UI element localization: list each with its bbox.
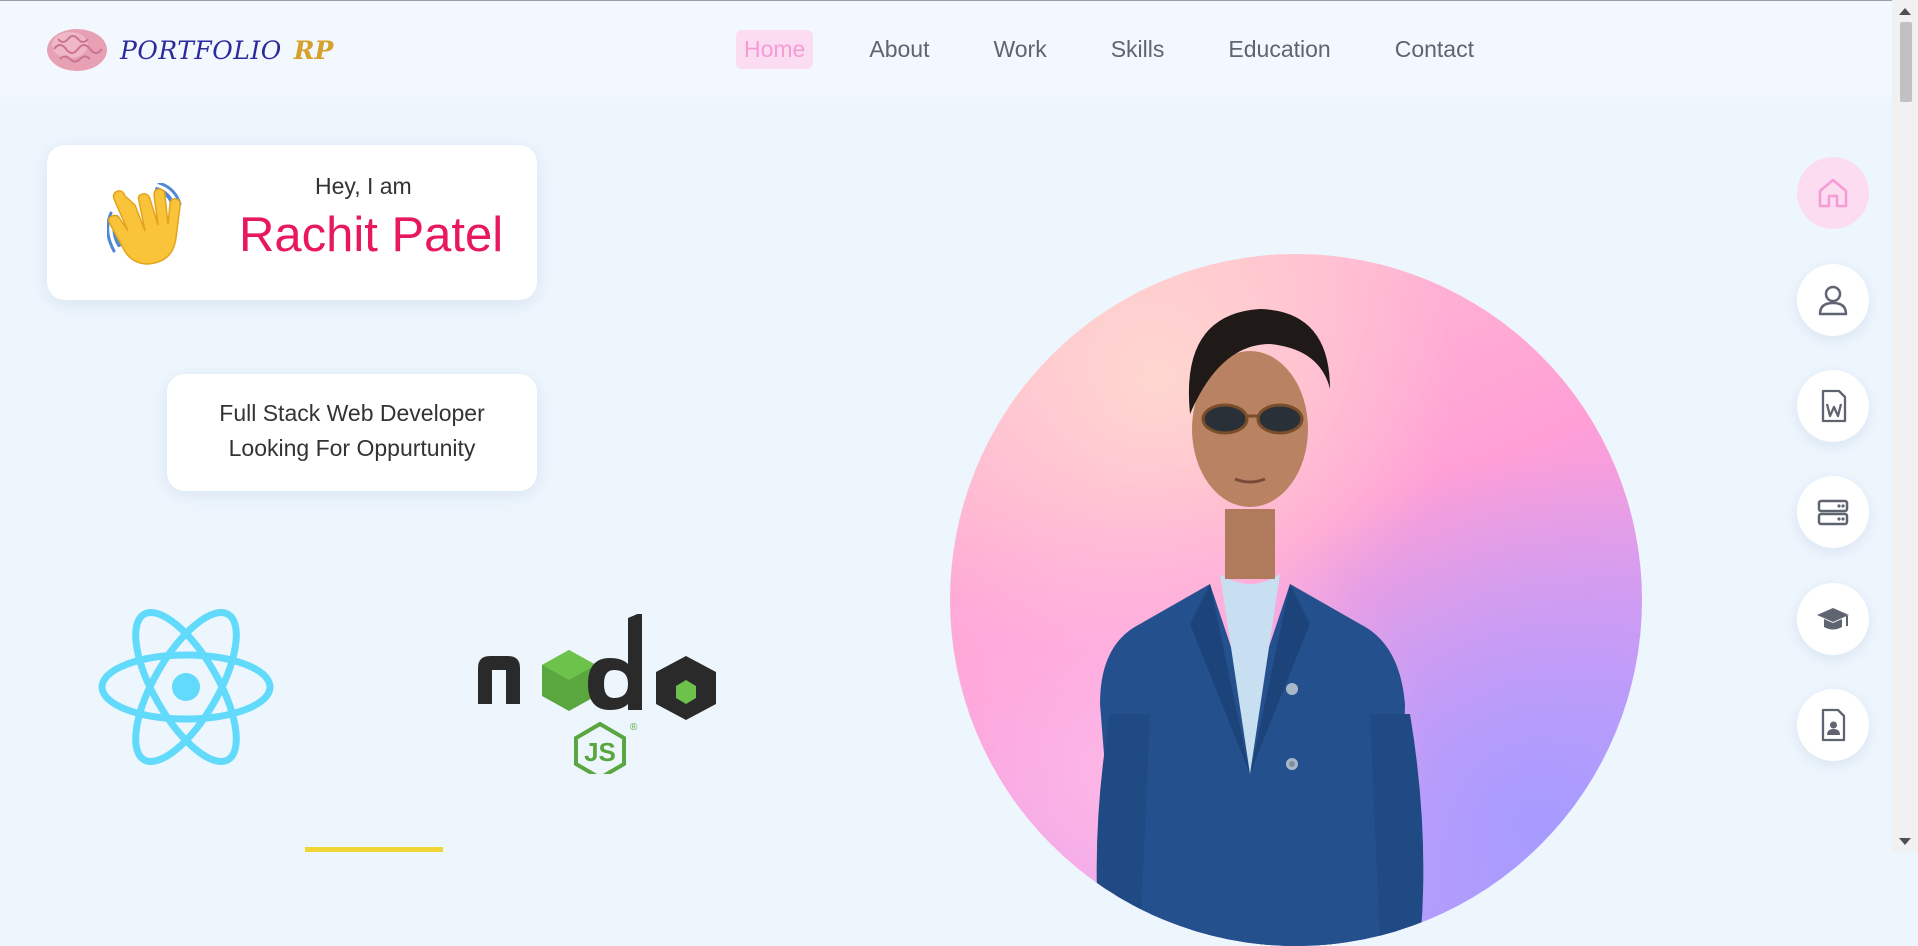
side-nav-work[interactable] [1797,370,1869,442]
nav-education[interactable]: Education [1220,30,1338,69]
brain-icon [47,29,107,71]
side-nav-contact[interactable] [1797,689,1869,761]
nav-work[interactable]: Work [985,30,1054,69]
user-icon [1818,285,1848,316]
word-document-icon [1821,389,1847,423]
role-line-2: Looking For Oppurtunity [228,435,476,461]
side-nav-skills[interactable] [1797,476,1869,548]
side-nav-home[interactable] [1797,157,1869,229]
nav-skills[interactable]: Skills [1103,30,1173,69]
role-card: Full Stack Web Developer Looking For Opp… [167,374,537,491]
side-nav-education[interactable] [1797,583,1869,655]
scroll-thumb[interactable] [1900,22,1912,102]
site-logo[interactable]: PORTFOLIO RP [46,27,333,73]
intro-card: Hey, I am Rachit Patel [47,145,537,300]
main-nav: Home About Work Skills Education Contact [736,30,1530,69]
contact-file-icon [1821,708,1846,742]
side-nav-about[interactable] [1797,264,1869,336]
nav-contact[interactable]: Contact [1387,30,1482,69]
react-logo [98,609,274,765]
profile-photo [950,254,1642,946]
person-illustration [1096,309,1424,946]
home-icon [1818,178,1848,208]
waving-hand-icon [107,183,182,265]
role-line-1: Full Stack Web Developer [219,400,485,426]
top-navbar: PORTFOLIO RP Home About Work Skills Educ… [0,1,1892,97]
graduation-cap-icon [1817,608,1849,630]
greeting-text: Hey, I am [315,173,412,199]
scroll-down-arrow[interactable] [1899,838,1911,845]
logo-text: PORTFOLIO [120,35,282,65]
nav-home[interactable]: Home [736,30,814,69]
svg-text:JS: JS [584,737,616,767]
profile-name: Rachit Patel [239,208,504,262]
nav-about[interactable]: About [861,30,937,69]
server-icon [1817,499,1849,526]
nodejs-logo: JS ® [478,614,716,774]
logo-accent-text: RP [293,35,334,65]
svg-text:®: ® [630,722,638,733]
vertical-scrollbar[interactable] [1892,0,1918,852]
decorative-bar [305,847,443,852]
scroll-up-arrow[interactable] [1899,8,1911,15]
